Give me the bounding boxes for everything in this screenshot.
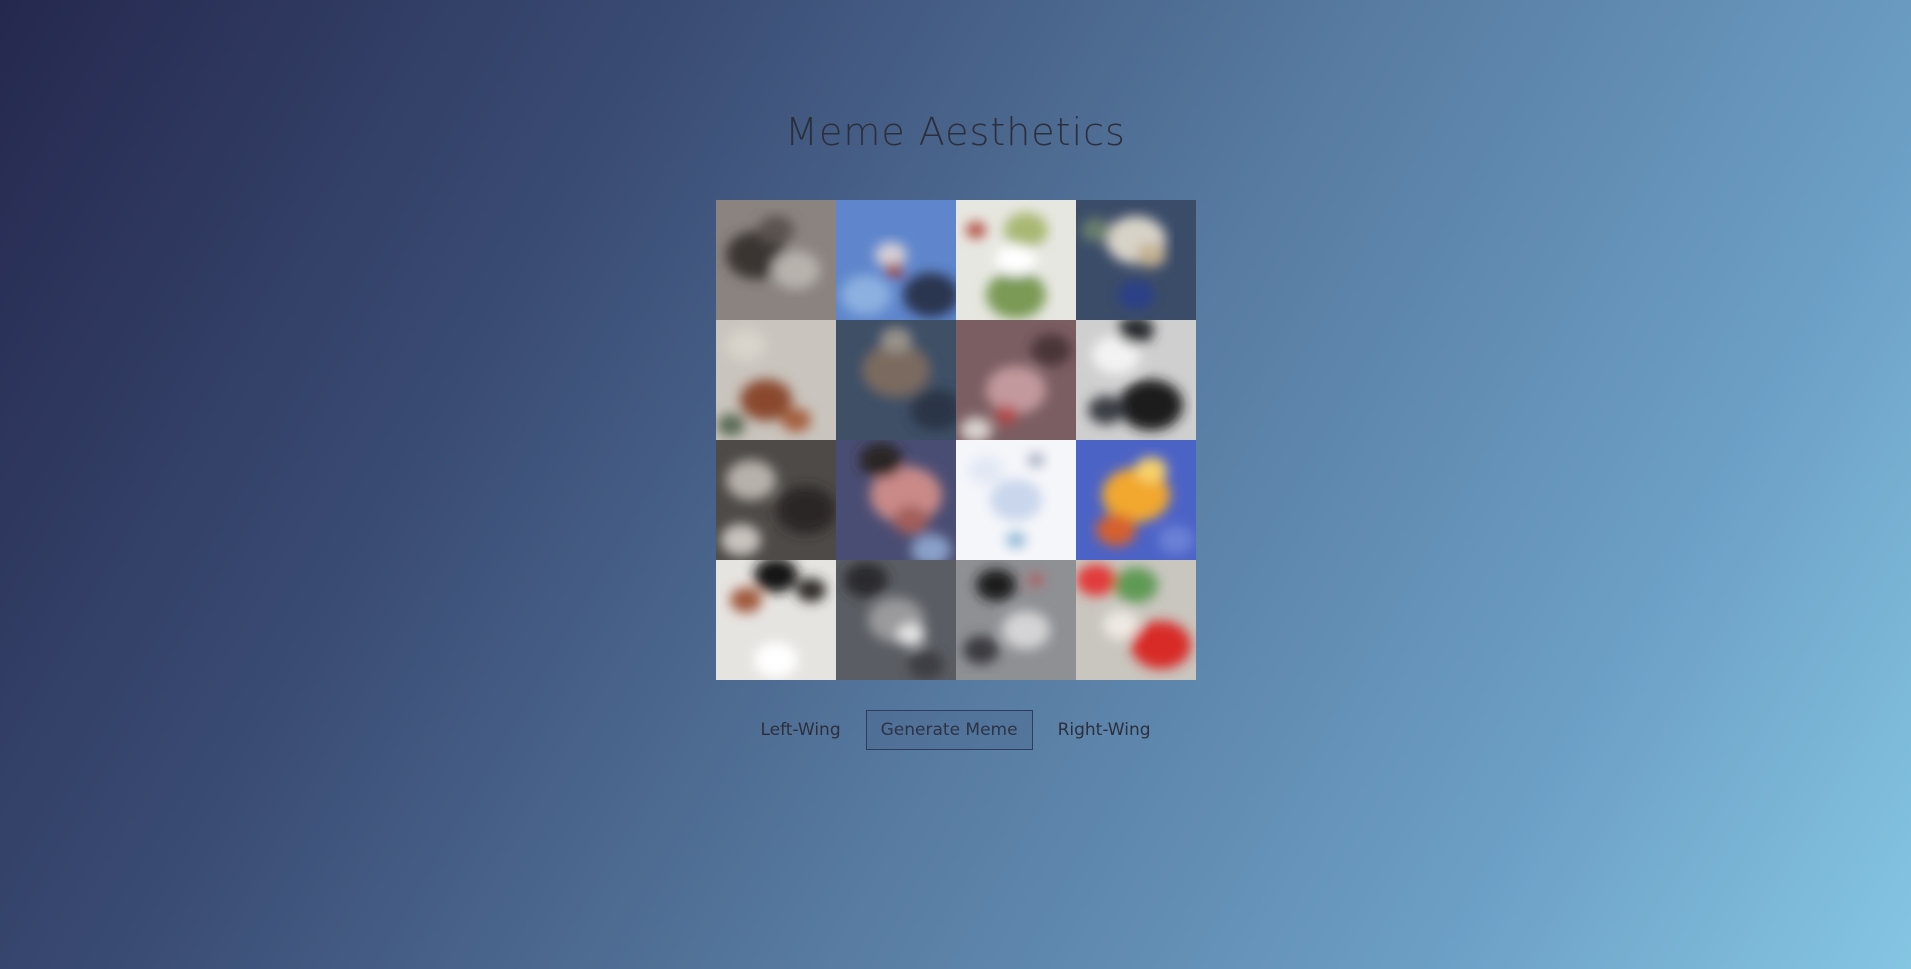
- generate-meme-button[interactable]: Generate Meme: [865, 710, 1033, 750]
- meme-tile-15[interactable]: [956, 560, 1076, 680]
- right-wing-button[interactable]: Right-Wing: [1043, 710, 1166, 750]
- meme-tile-3[interactable]: [956, 200, 1076, 320]
- meme-image: [1076, 200, 1196, 320]
- meme-image: [716, 200, 836, 320]
- meme-image: [836, 320, 956, 440]
- meme-tile-11[interactable]: [956, 440, 1076, 560]
- meme-image: [956, 560, 1076, 680]
- meme-tile-2[interactable]: [836, 200, 956, 320]
- meme-image: [1076, 320, 1196, 440]
- meme-image: [956, 440, 1076, 560]
- meme-tile-13[interactable]: [716, 560, 836, 680]
- meme-image: [956, 200, 1076, 320]
- meme-image: [1076, 440, 1196, 560]
- meme-tile-4[interactable]: [1076, 200, 1196, 320]
- meme-image: [836, 440, 956, 560]
- meme-tile-7[interactable]: [956, 320, 1076, 440]
- page-title: Meme Aesthetics: [785, 110, 1126, 154]
- meme-tile-14[interactable]: [836, 560, 956, 680]
- meme-grid: [716, 200, 1196, 680]
- meme-tile-1[interactable]: [716, 200, 836, 320]
- meme-image: [836, 560, 956, 680]
- meme-image: [956, 320, 1076, 440]
- meme-tile-10[interactable]: [836, 440, 956, 560]
- meme-tile-16[interactable]: [1076, 560, 1196, 680]
- meme-image: [716, 320, 836, 440]
- meme-tile-9[interactable]: [716, 440, 836, 560]
- meme-tile-12[interactable]: [1076, 440, 1196, 560]
- meme-image: [836, 200, 956, 320]
- meme-image: [1076, 560, 1196, 680]
- left-wing-button[interactable]: Left-Wing: [745, 710, 855, 750]
- control-bar: Left-Wing Generate Meme Right-Wing: [0, 710, 1911, 750]
- meme-tile-6[interactable]: [836, 320, 956, 440]
- meme-image: [716, 560, 836, 680]
- meme-tile-5[interactable]: [716, 320, 836, 440]
- meme-image: [716, 440, 836, 560]
- meme-tile-8[interactable]: [1076, 320, 1196, 440]
